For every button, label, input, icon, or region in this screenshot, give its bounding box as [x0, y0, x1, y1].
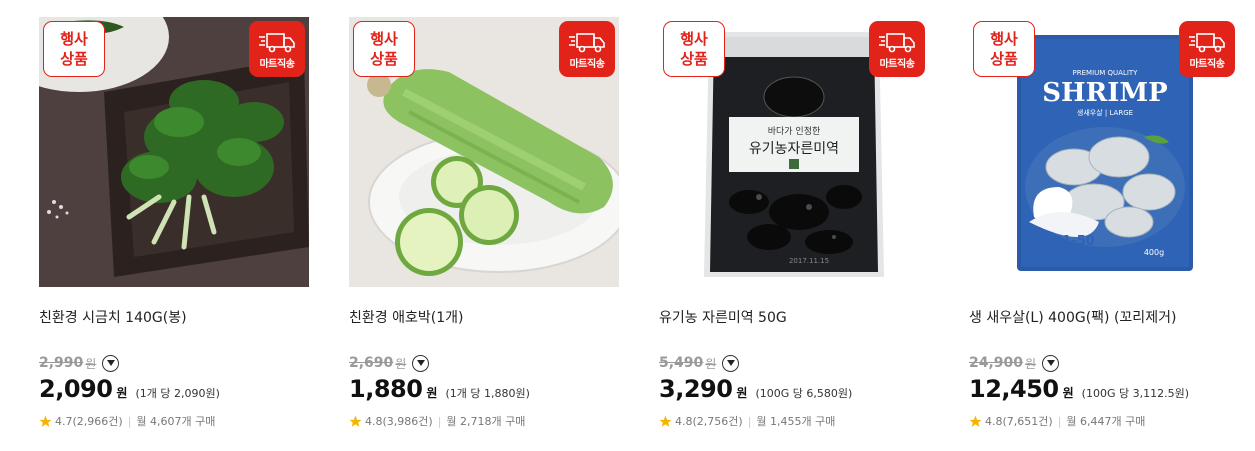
original-price: 2,990 — [39, 355, 84, 371]
original-price-currency: 원 — [395, 356, 407, 371]
star-icon — [969, 415, 982, 427]
sale-price: 2,090 — [39, 375, 113, 403]
product-name[interactable]: 유기농 자른미역 50G — [659, 307, 929, 327]
product-name[interactable]: 친환경 애호박(1개) — [349, 307, 619, 327]
original-price-currency: 원 — [705, 356, 717, 371]
monthly-purchases: 월 1,455개 구매 — [756, 415, 836, 428]
product-image[interactable]: PREMIUM QUALITY SHRIMP 생새우살 | LARGE 31-5… — [969, 17, 1239, 287]
divider: | — [747, 414, 752, 428]
divider: | — [437, 414, 442, 428]
mart-delivery-badge: 마트직송 — [1179, 21, 1235, 77]
rating-text: 4.7(2,966건) — [55, 415, 123, 428]
star-icon — [39, 415, 52, 427]
event-product-badge: 행사 상품 — [43, 21, 105, 77]
product-image[interactable]: 행사 상품 마트직송 — [39, 17, 309, 287]
original-price: 5,490 — [659, 355, 704, 371]
monthly-purchases: 월 4,607개 구매 — [136, 415, 216, 428]
price-detail-button[interactable] — [1042, 354, 1060, 372]
price-detail-button[interactable] — [722, 354, 740, 372]
star-icon — [349, 415, 362, 427]
caret-down-icon — [726, 360, 735, 366]
sale-price: 3,290 — [659, 375, 733, 403]
delivery-truck-icon — [259, 33, 295, 53]
price-detail-button[interactable] — [412, 354, 430, 372]
product-card[interactable]: PREMIUM QUALITY SHRIMP 생새우살 | LARGE 31-5… — [969, 17, 1239, 437]
divider: | — [1057, 414, 1062, 428]
delivery-truck-icon — [1189, 33, 1225, 53]
event-product-badge: 행사 상품 — [973, 21, 1035, 77]
caret-down-icon — [1046, 360, 1055, 366]
sale-price-currency: 원 — [736, 386, 748, 400]
product-name[interactable]: 생 새우살(L) 400G(팩) (꼬리제거) — [969, 307, 1239, 327]
pack-main-text: SHRIMP — [1042, 78, 1167, 108]
pack-small-text: 바다가 인정한 — [768, 126, 821, 137]
pack-top-text: PREMIUM QUALITY — [1073, 69, 1139, 77]
pack-weight-text: 400g — [1144, 248, 1164, 257]
sale-price-currency: 원 — [1062, 386, 1074, 400]
event-product-badge: 행사 상품 — [353, 21, 415, 77]
monthly-purchases: 월 6,447개 구매 — [1066, 415, 1146, 428]
sale-price: 1,880 — [349, 375, 423, 403]
event-product-badge: 행사 상품 — [663, 21, 725, 77]
pack-count-sub-text: Per Pound — [1062, 251, 1087, 257]
rating-text: 4.8(3,986건) — [365, 415, 433, 428]
original-price: 24,900 — [969, 355, 1024, 371]
divider: | — [127, 414, 132, 428]
rating-row: 4.8(3,986건) | 월 2,718개 구매 — [349, 413, 619, 429]
pack-main-text: 유기농자른미역 — [749, 141, 839, 157]
delivery-truck-icon — [879, 33, 915, 53]
sale-price: 12,450 — [969, 375, 1059, 403]
caret-down-icon — [416, 360, 425, 366]
product-grid: 행사 상품 마트직송 친환경 시금치 140G(봉) 2,990 원 2,090… — [0, 0, 1255, 451]
unit-price: (100G 당 3,112.5원) — [1081, 387, 1189, 400]
mart-delivery-badge: 마트직송 — [869, 21, 925, 77]
product-image[interactable]: 행사 상품 마트직송 — [349, 17, 619, 287]
product-name[interactable]: 친환경 시금치 140G(봉) — [39, 307, 309, 327]
delivery-truck-icon — [569, 33, 605, 53]
pack-sub-text: 생새우살 | LARGE — [1077, 108, 1133, 117]
original-price-currency: 원 — [85, 356, 97, 371]
original-price-currency: 원 — [1025, 356, 1037, 371]
sale-price-currency: 원 — [426, 386, 438, 400]
unit-price: (100G 당 6,580원) — [755, 387, 853, 400]
pack-count-text: 31-50 — [1053, 234, 1095, 249]
rating-row: 4.7(2,966건) | 월 4,607개 구매 — [39, 413, 309, 429]
product-image[interactable]: 바다가 인정한 유기농자른미역 2017.11.15 행사 상품 마트직송 — [659, 17, 929, 287]
rating-row: 4.8(7,651건) | 월 6,447개 구매 — [969, 413, 1239, 429]
monthly-purchases: 월 2,718개 구매 — [446, 415, 526, 428]
mart-delivery-badge: 마트직송 — [559, 21, 615, 77]
rating-text: 4.8(7,651건) — [985, 415, 1053, 428]
rating-row: 4.8(2,756건) | 월 1,455개 구매 — [659, 413, 929, 429]
unit-price: (1개 당 1,880원) — [445, 387, 530, 400]
original-price: 2,690 — [349, 355, 394, 371]
sale-price-currency: 원 — [116, 386, 128, 400]
price-detail-button[interactable] — [102, 354, 120, 372]
unit-price: (1개 당 2,090원) — [135, 387, 220, 400]
mart-delivery-badge: 마트직송 — [249, 21, 305, 77]
pack-date-text: 2017.11.15 — [789, 257, 829, 265]
rating-text: 4.8(2,756건) — [675, 415, 743, 428]
product-card[interactable]: 행사 상품 마트직송 친환경 애호박(1개) 2,690 원 1,880 원 (… — [349, 17, 619, 437]
product-card[interactable]: 행사 상품 마트직송 친환경 시금치 140G(봉) 2,990 원 2,090… — [39, 17, 309, 437]
star-icon — [659, 415, 672, 427]
caret-down-icon — [106, 360, 115, 366]
product-card[interactable]: 바다가 인정한 유기농자른미역 2017.11.15 행사 상품 마트직송 유기… — [659, 17, 929, 437]
